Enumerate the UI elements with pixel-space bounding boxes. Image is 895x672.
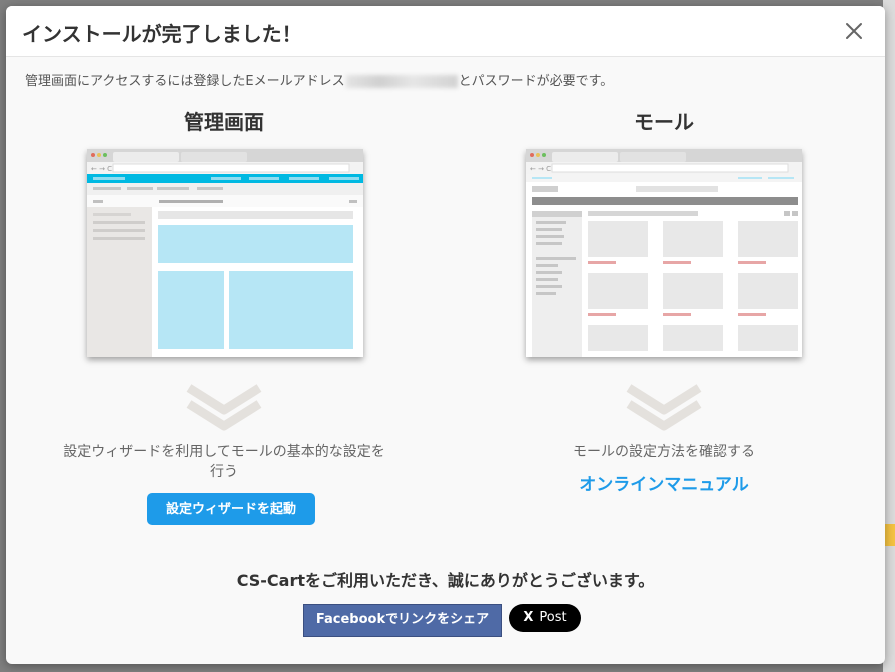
facebook-share-button[interactable]: Facebookでリンクをシェア — [303, 604, 502, 637]
intro-text-before: 管理画面にアクセスするには登録したEメールアドレス — [25, 74, 345, 89]
store-preview-image: ← → C — [526, 149, 802, 357]
admin-preview-image: ← → C — [87, 149, 363, 357]
background-badge — [885, 524, 895, 546]
x-post-label: Post — [539, 610, 567, 625]
chevron-down-icon — [186, 384, 262, 431]
x-logo-icon: X — [523, 610, 534, 625]
store-description: モールの設定方法を確認する — [573, 444, 755, 460]
close-icon — [846, 23, 862, 39]
blurred-email — [345, 75, 458, 88]
thanks-message: CS-Cartをご利用いただき、誠にありがとうございます。 — [236, 571, 655, 590]
x-post-button[interactable]: X Post — [509, 604, 581, 632]
svg-text:← → C: ← → C — [530, 165, 551, 173]
intro-text: 管理画面にアクセスするには登録したEメールアドレス とパスワードが必要です。 — [25, 70, 613, 89]
admin-title: 管理画面 — [184, 110, 264, 134]
svg-text:← → C: ← → C — [91, 165, 112, 173]
online-manual-link[interactable]: オンラインマニュアル — [499, 470, 829, 495]
launch-wizard-button[interactable]: 設定ウィザードを起動 — [147, 493, 315, 525]
dialog-title: インストールが完了しました！ — [22, 22, 302, 46]
store-preview-svg: ← → C — [526, 149, 802, 357]
admin-column: 管理画面 ← → C 設定ウィザードを利用してモールの基本的な設定を行う 設定ウ… — [59, 106, 389, 525]
install-complete-dialog: インストールが完了しました！ 管理画面にアクセスするには登録したEメールアドレス… — [6, 6, 885, 664]
admin-preview-svg: ← → C — [87, 149, 363, 357]
store-title: モール — [634, 110, 694, 134]
store-column: モール ← → C モールの設定方法を確認する オンラインマニュアル — [499, 106, 829, 495]
admin-description: 設定ウィザードを利用してモールの基本的な設定を行う — [63, 444, 385, 480]
dialog-header: インストールが完了しました！ — [6, 6, 885, 57]
chevron-down-icon — [626, 384, 702, 431]
intro-text-after: とパスワードが必要です。 — [458, 74, 614, 89]
close-button[interactable] — [841, 18, 867, 44]
